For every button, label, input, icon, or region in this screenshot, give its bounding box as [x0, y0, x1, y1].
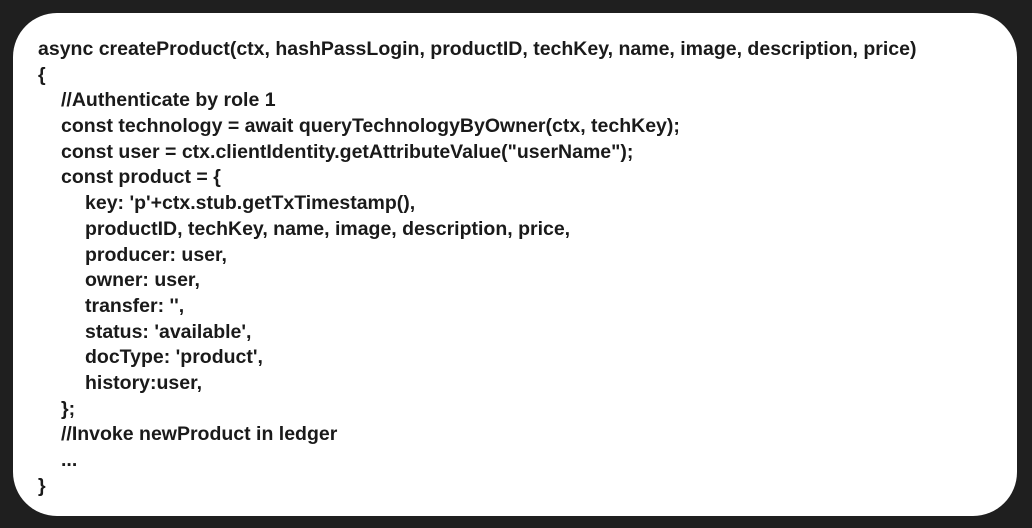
code-line: key: 'p'+ctx.stub.getTxTimestamp(),	[85, 192, 416, 215]
code-card: async createProduct(ctx, hashPassLogin, …	[13, 13, 1017, 516]
code-line: owner: user,	[85, 269, 200, 292]
code-line: const technology = await queryTechnology…	[61, 115, 680, 138]
code-line: };	[61, 397, 76, 420]
code-line: history:user,	[85, 371, 203, 394]
code-line: }	[38, 474, 46, 497]
code-comment: //Invoke newProduct in ledger	[61, 423, 338, 446]
code-line: transfer: '',	[85, 294, 185, 317]
code-line: productID, techKey, name, image, descrip…	[85, 217, 571, 240]
code-line: producer: user,	[85, 243, 227, 266]
code-line: async createProduct(ctx, hashPassLogin, …	[38, 38, 917, 60]
code-line: status: 'available',	[85, 320, 252, 343]
code-line: {	[38, 63, 46, 86]
code-line: docType: 'product',	[85, 346, 263, 369]
code-comment: //Authenticate by role 1	[61, 89, 276, 112]
code-line: const user = ctx.clientIdentity.getAttri…	[61, 140, 634, 163]
code-block: async createProduct(ctx, hashPassLogin, …	[38, 37, 916, 499]
code-line: const product = {	[61, 166, 221, 189]
code-ellipsis: ...	[61, 449, 78, 471]
